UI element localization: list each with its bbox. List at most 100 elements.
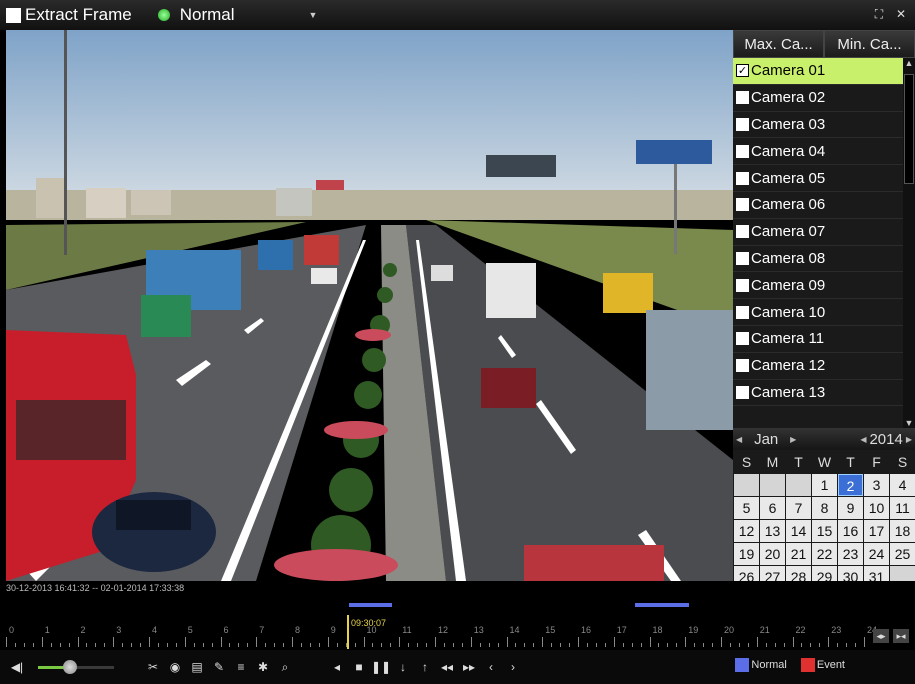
timeline-ruler[interactable]: 0 1 2 3 4 5 6 7 8 9 10 11 12 13 14 15 16 17 18 19 20 21 22 23 24 — [0, 625, 877, 649]
calendar-day[interactable]: 25 — [890, 543, 915, 565]
timeline-minor-tick — [95, 643, 97, 647]
camera-item[interactable]: Camera 13 — [733, 380, 903, 407]
legend-event-label: Event — [816, 659, 845, 671]
digital-zoom-icon[interactable]: ⌕ — [274, 656, 296, 678]
calendar-day[interactable]: 1 — [812, 474, 837, 496]
calendar-day[interactable]: 15 — [812, 520, 837, 542]
calendar-day[interactable]: 10 — [864, 497, 889, 519]
camera-checkbox[interactable] — [736, 359, 749, 373]
camera-item[interactable]: Camera 10 — [733, 299, 903, 326]
stop-icon[interactable]: ■ — [348, 656, 370, 678]
reverse-play-icon[interactable]: ◂ — [326, 656, 348, 678]
camera-item[interactable]: Camera 02 — [733, 85, 903, 112]
camera-checkbox[interactable] — [736, 278, 749, 292]
rewind-icon[interactable]: ◂◂ — [436, 656, 458, 678]
camera-checkbox[interactable] — [736, 171, 749, 185]
timeline-hour-label: 3 — [116, 625, 122, 635]
camera-checkbox[interactable] — [736, 385, 749, 399]
volume-knob[interactable] — [62, 660, 77, 674]
next-month-icon[interactable]: ▶ — [787, 435, 799, 444]
custom-tag-icon[interactable]: ≡ — [230, 656, 252, 678]
camera-checkbox[interactable] — [736, 144, 749, 158]
calendar-day[interactable]: 18 — [890, 520, 915, 542]
calendar-day[interactable]: 5 — [734, 497, 759, 519]
timeline-hour-label: 2 — [80, 625, 86, 635]
calendar-day[interactable]: 8 — [812, 497, 837, 519]
recording-segment[interactable] — [635, 603, 689, 607]
calendar-day[interactable]: 17 — [864, 520, 889, 542]
snapshot-icon[interactable]: ◉ — [164, 656, 186, 678]
camera-item[interactable]: Camera 06 — [733, 192, 903, 219]
tag-icon[interactable]: ✎ — [208, 656, 230, 678]
calendar-day[interactable]: 14 — [786, 520, 811, 542]
calendar-day[interactable]: 3 — [864, 474, 889, 496]
mode-select[interactable]: Normal — [180, 5, 235, 25]
zoom-out-icon[interactable]: ▸◂ — [893, 629, 909, 643]
camera-checkbox[interactable] — [736, 251, 749, 265]
camera-checkbox[interactable] — [736, 198, 749, 212]
lock-file-icon[interactable]: ▤ — [186, 656, 208, 678]
scroll-down-icon[interactable]: ▼ — [903, 418, 915, 428]
next-year-icon[interactable]: ▶ — [903, 435, 915, 444]
camera-item[interactable]: Camera 03 — [733, 112, 903, 139]
camera-item[interactable]: Camera 07 — [733, 219, 903, 246]
fast-forward-icon[interactable]: ▸▸ — [458, 656, 480, 678]
extract-frame-checkbox[interactable] — [6, 7, 21, 23]
timeline-minor-tick — [59, 643, 61, 647]
audio-icon[interactable]: ◀| — [6, 656, 28, 678]
camera-checkbox[interactable] — [736, 117, 749, 131]
slow-forward-icon[interactable]: ↓ — [392, 656, 414, 678]
chevron-down-icon[interactable]: ▼ — [309, 10, 318, 20]
tab-max-camera[interactable]: Max. Ca... — [733, 30, 824, 58]
calendar-day[interactable]: 20 — [760, 543, 785, 565]
calendar-day[interactable]: 9 — [838, 497, 863, 519]
pause-icon[interactable]: ❚❚ — [370, 656, 392, 678]
calendar-day[interactable]: 19 — [734, 543, 759, 565]
camera-list-scrollbar[interactable]: ▲ ▼ — [903, 58, 915, 428]
camera-checkbox[interactable] — [736, 91, 749, 105]
camera-checkbox[interactable] — [736, 225, 749, 239]
volume-slider[interactable] — [38, 656, 114, 678]
scrollbar-thumb[interactable] — [904, 74, 914, 184]
calendar-day[interactable]: 23 — [838, 543, 863, 565]
camera-item[interactable]: Camera 04 — [733, 138, 903, 166]
calendar-day[interactable]: 4 — [890, 474, 915, 496]
tab-min-camera[interactable]: Min. Ca... — [824, 30, 915, 58]
prev-year-icon[interactable]: ◀ — [857, 435, 869, 444]
previous-day-icon[interactable]: ‹ — [480, 656, 502, 678]
settings-icon[interactable]: ✱ — [252, 656, 274, 678]
camera-item[interactable]: Camera 12 — [733, 353, 903, 380]
weekday-label: T — [786, 451, 811, 473]
camera-checkbox[interactable] — [736, 305, 749, 319]
camera-item[interactable]: Camera 09 — [733, 272, 903, 300]
clip-icon[interactable]: ✂ — [142, 656, 164, 678]
calendar-day[interactable]: 21 — [786, 543, 811, 565]
prev-month-icon[interactable]: ◀ — [733, 435, 745, 444]
timeline-tick — [363, 637, 365, 647]
calendar-day[interactable]: 13 — [760, 520, 785, 542]
video-playback-view[interactable] — [6, 30, 733, 581]
calendar-day[interactable]: 11 — [890, 497, 915, 519]
camera-item[interactable]: ✓ Camera 01 — [733, 58, 903, 85]
calendar-day[interactable]: 16 — [838, 520, 863, 542]
camera-checkbox[interactable] — [736, 332, 749, 346]
calendar-day[interactable]: 22 — [812, 543, 837, 565]
calendar-day[interactable]: 12 — [734, 520, 759, 542]
zoom-in-icon[interactable]: ◂▸ — [873, 629, 889, 643]
camera-checkbox[interactable]: ✓ — [736, 64, 749, 78]
next-day-icon[interactable]: › — [502, 656, 524, 678]
calendar-day[interactable]: 6 — [760, 497, 785, 519]
timeline[interactable]: 30-12-2013 16:41:32 -- 02-01-2014 17:33:… — [0, 581, 915, 650]
fast-forward-step-icon[interactable]: ↑ — [414, 656, 436, 678]
camera-item[interactable]: Camera 11 — [733, 326, 903, 353]
calendar-day[interactable]: 7 — [786, 497, 811, 519]
camera-item[interactable]: Camera 05 — [733, 165, 903, 192]
fullscreen-icon[interactable]: ⛶ — [871, 6, 887, 22]
recording-segment[interactable] — [349, 603, 393, 607]
scroll-up-icon[interactable]: ▲ — [903, 58, 915, 68]
calendar-day[interactable]: 2 — [838, 474, 863, 496]
camera-item[interactable]: Camera 08 — [733, 246, 903, 273]
calendar-day[interactable]: 24 — [864, 543, 889, 565]
timeline-hour-label: 1 — [44, 625, 50, 635]
close-icon[interactable]: ✕ — [893, 6, 909, 22]
